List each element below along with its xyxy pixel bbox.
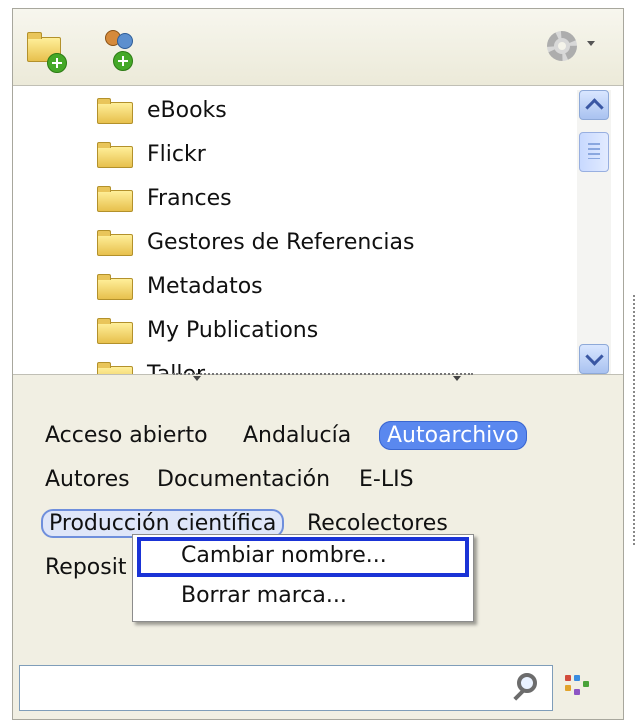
- side-splitter[interactable]: [633, 295, 637, 545]
- folder-icon: [97, 230, 133, 256]
- folder-label: eBooks: [147, 98, 227, 123]
- scroll-thumb[interactable]: [579, 132, 609, 172]
- tag-item[interactable]: Andalucía: [239, 421, 355, 450]
- folder-icon: [97, 362, 133, 374]
- collection-tree: eBooks Flickr Frances Gestores de Refere…: [13, 85, 623, 375]
- new-folder-button[interactable]: [25, 29, 69, 73]
- tag-item[interactable]: Autores: [41, 465, 134, 494]
- folder-item[interactable]: Metadatos: [13, 268, 573, 308]
- settings-button[interactable]: [537, 29, 607, 73]
- new-group-button[interactable]: [99, 29, 143, 73]
- toolbar: [13, 9, 623, 85]
- tag-item[interactable]: Acceso abierto: [41, 421, 212, 450]
- scroll-down-button[interactable]: [579, 344, 609, 374]
- folder-label: Metadatos: [147, 274, 263, 299]
- tag-filter: [19, 665, 609, 713]
- tag-item[interactable]: E-LIS: [355, 465, 418, 494]
- tag-search-input[interactable]: [19, 665, 553, 711]
- folder-item[interactable]: Frances: [13, 180, 573, 220]
- scroll-up-button[interactable]: [579, 90, 609, 120]
- folder-item[interactable]: eBooks: [13, 92, 573, 132]
- vertical-scrollbar[interactable]: [577, 90, 611, 374]
- context-menu: Cambiar nombre... Borrar marca...: [132, 534, 474, 622]
- tag-item[interactable]: Reposit: [41, 553, 130, 582]
- folder-icon: [97, 142, 133, 168]
- search-icon[interactable]: [517, 673, 537, 693]
- folder-icon: [97, 186, 133, 212]
- folder-label: Flickr: [147, 142, 206, 167]
- folder-icon: [97, 98, 133, 124]
- tag-item[interactable]: Documentación: [153, 465, 334, 494]
- rename-menu-item[interactable]: Cambiar nombre...: [137, 537, 469, 577]
- pane-splitter[interactable]: [173, 373, 473, 383]
- delete-tag-menu-item[interactable]: Borrar marca...: [133, 577, 473, 617]
- folder-item[interactable]: Gestores de Referencias: [13, 224, 573, 264]
- tag-item-selected[interactable]: Autoarchivo: [379, 421, 527, 450]
- folder-item[interactable]: My Publications: [13, 312, 573, 352]
- chevron-down-icon: [587, 41, 595, 46]
- folder-label: Frances: [147, 186, 232, 211]
- folder-label: Gestores de Referencias: [147, 230, 415, 255]
- tag-options-icon[interactable]: [565, 675, 595, 703]
- folder-item[interactable]: Flickr: [13, 136, 573, 176]
- folder-icon: [97, 274, 133, 300]
- folder-icon: [97, 318, 133, 344]
- folder-label: My Publications: [147, 318, 319, 343]
